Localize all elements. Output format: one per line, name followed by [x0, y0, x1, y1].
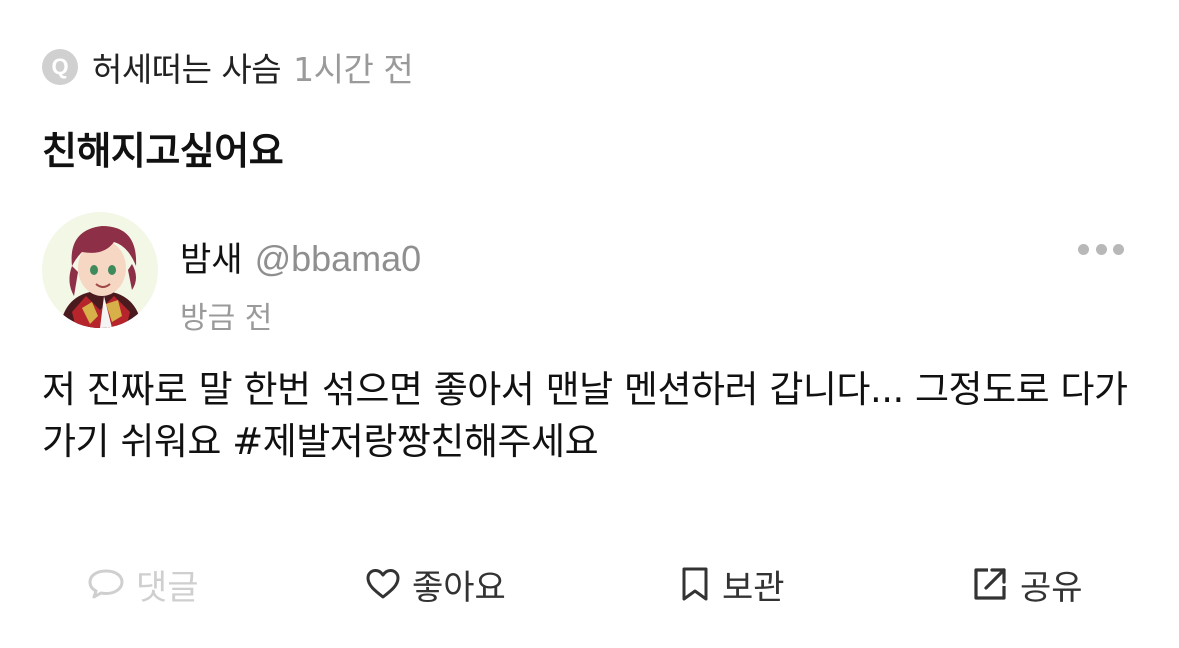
answer-header: 밤새 @bbama0 방금 전 [42, 212, 421, 337]
question-time: 1시간 전 [293, 50, 414, 89]
more-button[interactable] [1078, 236, 1124, 262]
more-icon-dot [1113, 243, 1124, 255]
question-header: Q 허세떠는 사슴 1시간 전 [42, 42, 414, 92]
save-button[interactable]: 보관 [678, 556, 785, 612]
share-button[interactable]: 공유 [970, 556, 1083, 612]
asker-name[interactable]: 허세떠는 사슴 [92, 43, 282, 91]
share-icon [974, 568, 1006, 600]
more-icon [1078, 243, 1089, 255]
comment-label: 댓글 [136, 567, 199, 608]
avatar-image [42, 212, 158, 328]
answer-time: 방금 전 [180, 301, 273, 336]
save-label: 보관 [722, 567, 785, 608]
author-info: 밤새 @bbama0 방금 전 [180, 212, 421, 337]
comment-icon [88, 569, 124, 599]
comment-button[interactable]: 댓글 [86, 556, 199, 612]
bookmark-icon [682, 567, 708, 601]
question-badge: Q [42, 49, 78, 85]
author-name[interactable]: 밤새 [180, 232, 243, 281]
share-label: 공유 [1020, 567, 1083, 608]
author-handle[interactable]: @bbama0 [255, 238, 422, 280]
question-text: 친해지고싶어요 [42, 129, 284, 173]
like-button[interactable]: 좋아요 [364, 556, 506, 612]
more-icon-dot [1095, 243, 1107, 255]
like-label: 좋아요 [412, 567, 506, 608]
heart-icon [366, 569, 400, 599]
answer-text: 저 진짜로 말 한번 섞으면 좋아서 맨날 멘션하러 갑니다... 그정도로 다… [42, 368, 1128, 463]
action-bar: 댓글 좋아요 보관 공유 [0, 556, 1179, 612]
avatar[interactable] [42, 212, 158, 328]
